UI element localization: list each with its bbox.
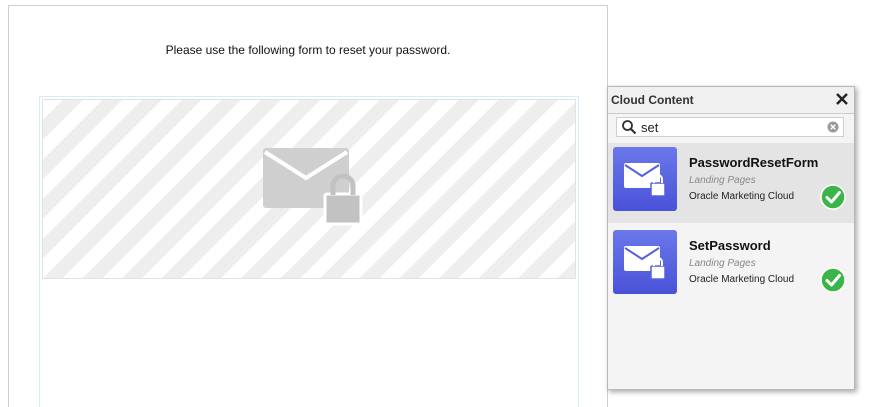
thumbnail — [613, 230, 677, 294]
list-item[interactable]: SetPassword Landing Pages Oracle Marketi… — [608, 226, 854, 306]
close-icon[interactable] — [834, 91, 850, 107]
envelope-lock-icon — [624, 246, 666, 280]
check-icon — [820, 267, 846, 293]
clear-icon[interactable] — [827, 121, 839, 133]
envelope-lock-icon — [624, 163, 666, 197]
result-name: PasswordResetForm — [689, 155, 819, 170]
search-icon — [622, 120, 637, 135]
results-list: PasswordResetForm Landing Pages Oracle M… — [608, 143, 854, 306]
result-type: Landing Pages — [689, 258, 756, 269]
envelope-lock-icon — [263, 148, 363, 226]
intro-text: Please use the following form to reset y… — [165, 43, 451, 57]
result-type: Landing Pages — [689, 175, 756, 186]
result-source: Oracle Marketing Cloud — [689, 274, 795, 285]
app-stage: Please use the following form to reset y… — [0, 0, 871, 407]
form-placeholder[interactable] — [42, 99, 576, 279]
landing-page-canvas: Please use the following form to reset y… — [8, 5, 608, 407]
result-source: Oracle Marketing Cloud — [689, 191, 795, 202]
panel-title: Cloud Content — [611, 93, 694, 107]
panel-header: Cloud Content — [608, 87, 854, 114]
thumbnail — [613, 147, 677, 211]
search-input[interactable] — [641, 119, 811, 135]
cloud-content-panel: Cloud Content set PasswordResetForm Land… — [607, 86, 855, 390]
search-box[interactable] — [616, 117, 844, 137]
result-name: SetPassword — [689, 238, 771, 253]
list-item[interactable]: PasswordResetForm Landing Pages Oracle M… — [608, 143, 854, 223]
check-icon — [820, 184, 846, 210]
form-content-block[interactable] — [39, 96, 579, 407]
